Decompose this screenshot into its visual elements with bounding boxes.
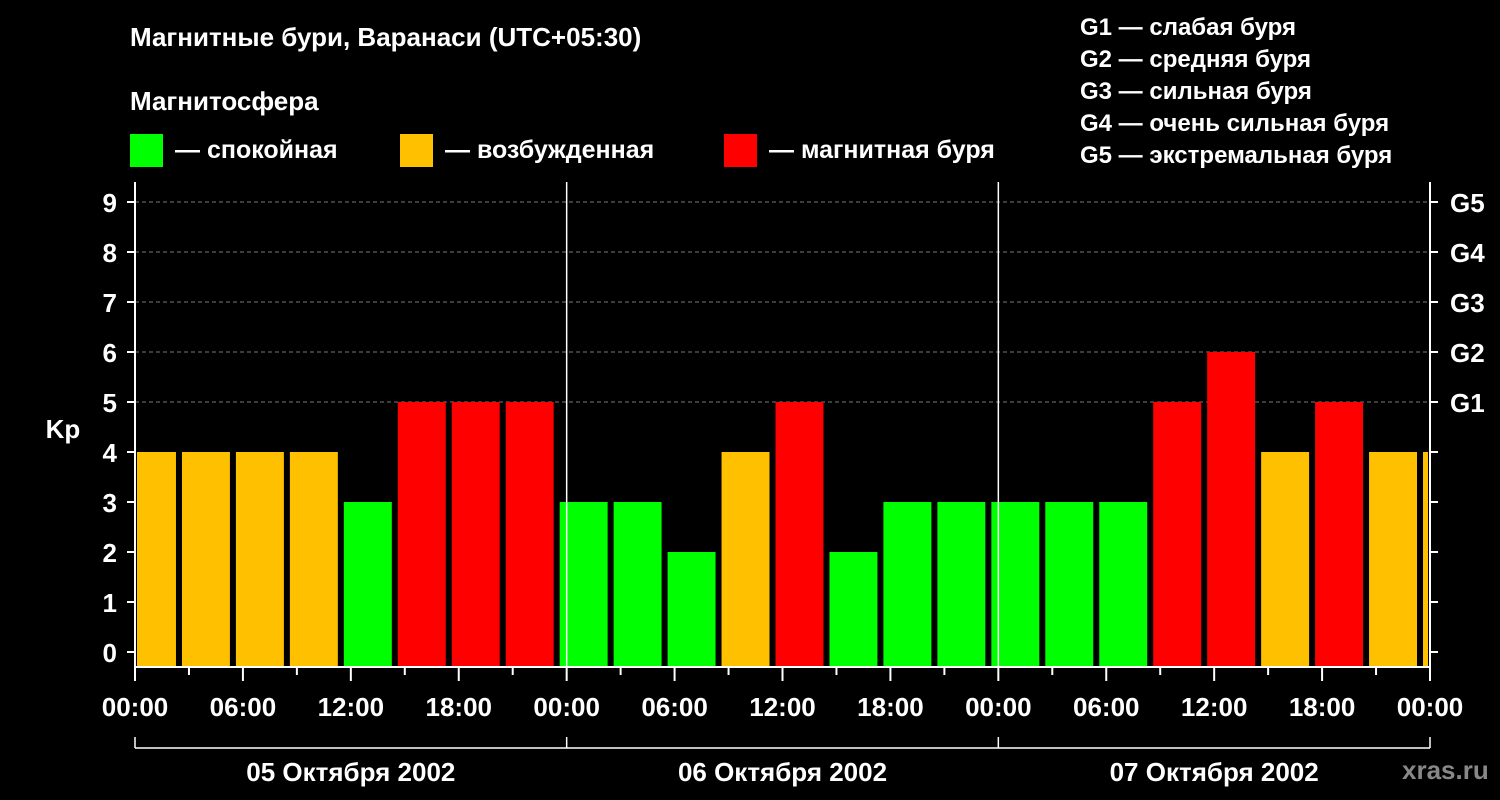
kp-bar [775, 402, 824, 667]
kp-bar [1423, 452, 1428, 667]
kp-bar [937, 502, 986, 667]
kp-bar [235, 452, 284, 667]
day-label: 05 Октября 2002 [246, 757, 455, 787]
kp-bar-chart: 0 1 2 3 4 5 6 7 8 9 G1 G2 G3 G4 G5 Kp 00:00 06:00 12:00 18:… [46, 182, 1485, 787]
g-tick-label: G2 [1450, 338, 1485, 368]
x-tick-label: 18:00 [426, 692, 493, 722]
kp-bar [1153, 402, 1202, 667]
x-tick-label: 12:00 [1181, 692, 1248, 722]
kp-bar [613, 502, 662, 667]
kp-bar [397, 402, 446, 667]
x-tick-label: 06:00 [210, 692, 277, 722]
x-tick-label: 00:00 [533, 692, 600, 722]
y-tick-label: 3 [103, 488, 117, 518]
kp-bar [829, 552, 878, 667]
g-tick-label: G5 [1450, 188, 1485, 218]
kp-bar [1369, 452, 1418, 667]
kp-bar [1207, 352, 1256, 667]
y-axis-label: Kp [46, 414, 81, 444]
y-tick-label: 0 [103, 638, 117, 668]
day-label: 07 Октября 2002 [1110, 757, 1319, 787]
kp-bar [1261, 452, 1310, 667]
kp-bar [451, 402, 500, 667]
kp-bar [181, 452, 230, 667]
y-tick-label: 4 [103, 438, 118, 468]
y-tick-label: 6 [103, 338, 117, 368]
kp-bar [289, 452, 338, 667]
kp-bar [667, 552, 716, 667]
kp-bar [343, 502, 392, 667]
kp-bar [1315, 402, 1364, 667]
x-tick-label: 18:00 [1289, 692, 1356, 722]
kp-bar [721, 452, 770, 667]
g-tick-label: G4 [1450, 238, 1485, 268]
g-tick-label: G1 [1450, 388, 1485, 418]
y-tick-label: 7 [103, 288, 117, 318]
y-tick-label: 2 [103, 538, 117, 568]
x-tick-label: 12:00 [749, 692, 816, 722]
kp-bar [137, 452, 176, 667]
kp-bar [505, 402, 554, 667]
day-label: 06 Октября 2002 [678, 757, 887, 787]
x-tick-label: 00:00 [1397, 692, 1464, 722]
g-tick-label: G3 [1450, 288, 1485, 318]
y-tick-label: 9 [103, 188, 117, 218]
watermark: xras.ru [1402, 755, 1489, 785]
kp-bar [883, 502, 932, 667]
x-tick-label: 12:00 [318, 692, 385, 722]
y-tick-label: 5 [103, 388, 117, 418]
x-tick-label: 00:00 [102, 692, 169, 722]
kp-bar [1099, 502, 1148, 667]
x-tick-label: 06:00 [1073, 692, 1140, 722]
x-tick-label: 00:00 [965, 692, 1032, 722]
y-tick-label: 1 [103, 588, 117, 618]
x-tick-label: 06:00 [641, 692, 708, 722]
y-tick-label: 8 [103, 238, 117, 268]
x-tick-label: 18:00 [857, 692, 924, 722]
kp-bar [1045, 502, 1094, 667]
